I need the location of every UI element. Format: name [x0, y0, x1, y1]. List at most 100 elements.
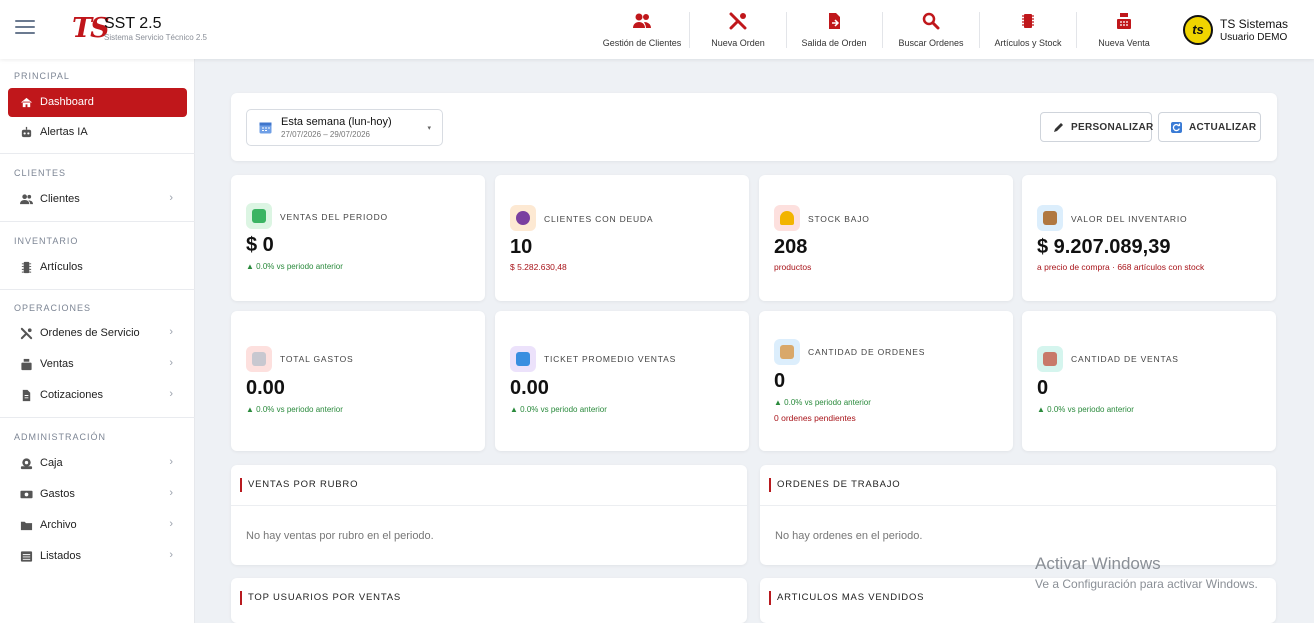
divider: [0, 289, 195, 290]
date-range-label: Esta semana (lun-hoy): [281, 116, 392, 128]
menu-icon[interactable]: [15, 20, 35, 36]
customize-label: PERSONALIZAR: [1071, 122, 1154, 133]
app-title: SST 2.5: [104, 15, 162, 32]
nav-label: Artículos y Stock: [994, 38, 1062, 48]
kpi-value: 0: [774, 370, 786, 392]
kpi-card-cantidad-ordenes: CANTIDAD DE ORDENES 0 ▲ 0.0% vs periodo …: [759, 311, 1013, 451]
robot-icon: [21, 126, 32, 138]
kpi-label: STOCK BAJO: [808, 214, 870, 224]
nav-articles-stock[interactable]: Artículos y Stock: [985, 0, 1071, 59]
cash-register-icon: [21, 358, 32, 371]
kpi-label: TOTAL GASTOS: [280, 354, 354, 364]
sidebar-item-alertas-ia[interactable]: Alertas IA: [8, 118, 187, 147]
kpi-delta: ▲ 0.0% vs periodo anterior: [510, 405, 607, 414]
panel-title: ARTICULOS MAS VENDIDOS: [769, 591, 924, 605]
kpi-delta: ▲ 0.0% vs periodo anterior: [1037, 405, 1134, 414]
kpi-note: a precio de compra · 668 artículos con s…: [1037, 262, 1205, 272]
bag-icon: [510, 346, 536, 372]
kpi-value: 0.00: [510, 377, 549, 399]
search-icon: [922, 12, 940, 30]
avatar[interactable]: ts: [1183, 15, 1213, 45]
cash-register-icon: [1117, 13, 1131, 29]
date-range-dates: 27/07/2026 – 29/07/2026: [281, 130, 370, 139]
sidebar-item-cotizaciones[interactable]: Cotizaciones ›: [8, 381, 187, 410]
file-out-icon: [829, 13, 840, 29]
sidebar-item-archivo[interactable]: Archivo ›: [8, 511, 187, 540]
refresh-icon: [1171, 122, 1182, 133]
nav-label: Nueva Orden: [711, 38, 765, 48]
chevron-right-icon: ›: [169, 518, 173, 530]
sidebar-item-label: Cotizaciones: [40, 389, 103, 401]
home-icon: [20, 97, 33, 108]
nav-divider: [689, 12, 690, 48]
sidebar: PRINCIPAL Dashboard Alertas IA CLIENTES …: [0, 59, 195, 623]
sidebar-item-label: Ordenes de Servicio: [40, 327, 140, 339]
chip-icon: [1022, 14, 1034, 28]
kpi-delta: ▲ 0.0% vs periodo anterior: [246, 262, 343, 271]
nav-new-order[interactable]: Nueva Orden: [696, 0, 780, 59]
sidebar-item-label: Gastos: [40, 488, 75, 500]
kpi-value: 0: [1037, 377, 1049, 399]
nav-clients[interactable]: Gestión de Clientes: [598, 0, 686, 59]
refresh-button[interactable]: ACTUALIZAR: [1158, 112, 1261, 142]
nav-order-exit[interactable]: Salida de Orden: [792, 0, 876, 59]
chevron-right-icon: ›: [169, 192, 173, 204]
tools-icon: [729, 12, 747, 30]
panel-title: TOP USUARIOS POR VENTAS: [240, 591, 401, 605]
register-icon: [1037, 346, 1063, 372]
nav-divider: [882, 12, 883, 48]
customize-button[interactable]: PERSONALIZAR: [1040, 112, 1154, 142]
sidebar-item-ordenes-de-servicio[interactable]: Ordenes de Servicio ›: [8, 319, 187, 348]
activation-watermark-text: Ve a Configuración para activar Windows.: [1035, 577, 1258, 591]
date-range-select[interactable]: Esta semana (lun-hoy) 27/07/2026 – 29/07…: [246, 109, 443, 146]
kpi-label: CANTIDAD DE VENTAS: [1071, 354, 1179, 364]
kpi-label: TICKET PROMEDIO VENTAS: [544, 354, 677, 364]
divider: [231, 505, 747, 506]
nav-search-orders[interactable]: Buscar Ordenes: [888, 0, 974, 59]
top-bar: TS SST 2.5 Sistema Servicio Técnico 2.5 …: [0, 0, 1314, 59]
nav-label: Salida de Orden: [801, 38, 867, 48]
kpi-card-total-gastos: TOTAL GASTOS 0.00 ▲ 0.0% vs periodo ante…: [231, 311, 485, 451]
clipboard-icon: [774, 339, 800, 365]
warning-icon: [774, 205, 800, 231]
section-title-principal: PRINCIPAL: [14, 71, 70, 81]
kpi-value: $ 0: [246, 234, 274, 256]
sidebar-item-label: Clientes: [40, 193, 80, 205]
pencil-icon: [1054, 123, 1063, 132]
cashbox-icon: [20, 458, 33, 470]
panel-top-usuarios: TOP USUARIOS POR VENTAS: [231, 578, 747, 623]
sidebar-item-label: Listados: [40, 550, 81, 562]
empty-state-text: No hay ventas por rubro en el periodo.: [246, 530, 434, 542]
kpi-card-valor-inventario: VALOR DEL INVENTARIO $ 9.207.089,39 a pr…: [1022, 175, 1276, 301]
kpi-card-cantidad-ventas: CANTIDAD DE VENTAS 0 ▲ 0.0% vs periodo a…: [1022, 311, 1276, 451]
nav-divider: [1076, 12, 1077, 48]
chevron-right-icon: ›: [169, 388, 173, 400]
app-subtitle: Sistema Servicio Técnico 2.5: [104, 33, 208, 42]
folder-icon: [20, 521, 33, 531]
panel-ordenes-de-trabajo: ORDENES DE TRABAJO No hay ordenes en el …: [760, 465, 1276, 565]
sidebar-item-label: Ventas: [40, 358, 74, 370]
sidebar-item-ventas[interactable]: Ventas ›: [8, 350, 187, 379]
sidebar-item-caja[interactable]: Caja ›: [8, 449, 187, 478]
nav-new-sale[interactable]: Nueva Venta: [1082, 0, 1166, 59]
sidebar-item-articulos[interactable]: Artículos: [8, 253, 187, 282]
sidebar-item-dashboard[interactable]: Dashboard: [8, 88, 187, 117]
box-icon: [1037, 205, 1063, 231]
nav-label: Buscar Ordenes: [898, 38, 964, 48]
refresh-label: ACTUALIZAR: [1189, 122, 1257, 133]
users-icon: [633, 13, 651, 28]
sidebar-item-gastos[interactable]: Gastos ›: [8, 480, 187, 509]
kpi-note: 0 ordenes pendientes: [774, 413, 856, 423]
money-icon: [20, 490, 33, 499]
kpi-label: CANTIDAD DE ORDENES: [808, 347, 926, 357]
section-title-inventario: INVENTARIO: [14, 236, 79, 246]
sidebar-item-clientes[interactable]: Clientes ›: [8, 185, 187, 214]
divider: [0, 417, 195, 418]
sidebar-item-label: Caja: [40, 457, 63, 469]
chip-icon: [21, 261, 32, 274]
activation-watermark-title: Activar Windows: [1035, 554, 1161, 573]
tools-icon: [20, 327, 33, 340]
calendar-icon: [259, 122, 272, 134]
section-title-operaciones: OPERACIONES: [14, 303, 92, 313]
sidebar-item-listados[interactable]: Listados ›: [8, 542, 187, 571]
